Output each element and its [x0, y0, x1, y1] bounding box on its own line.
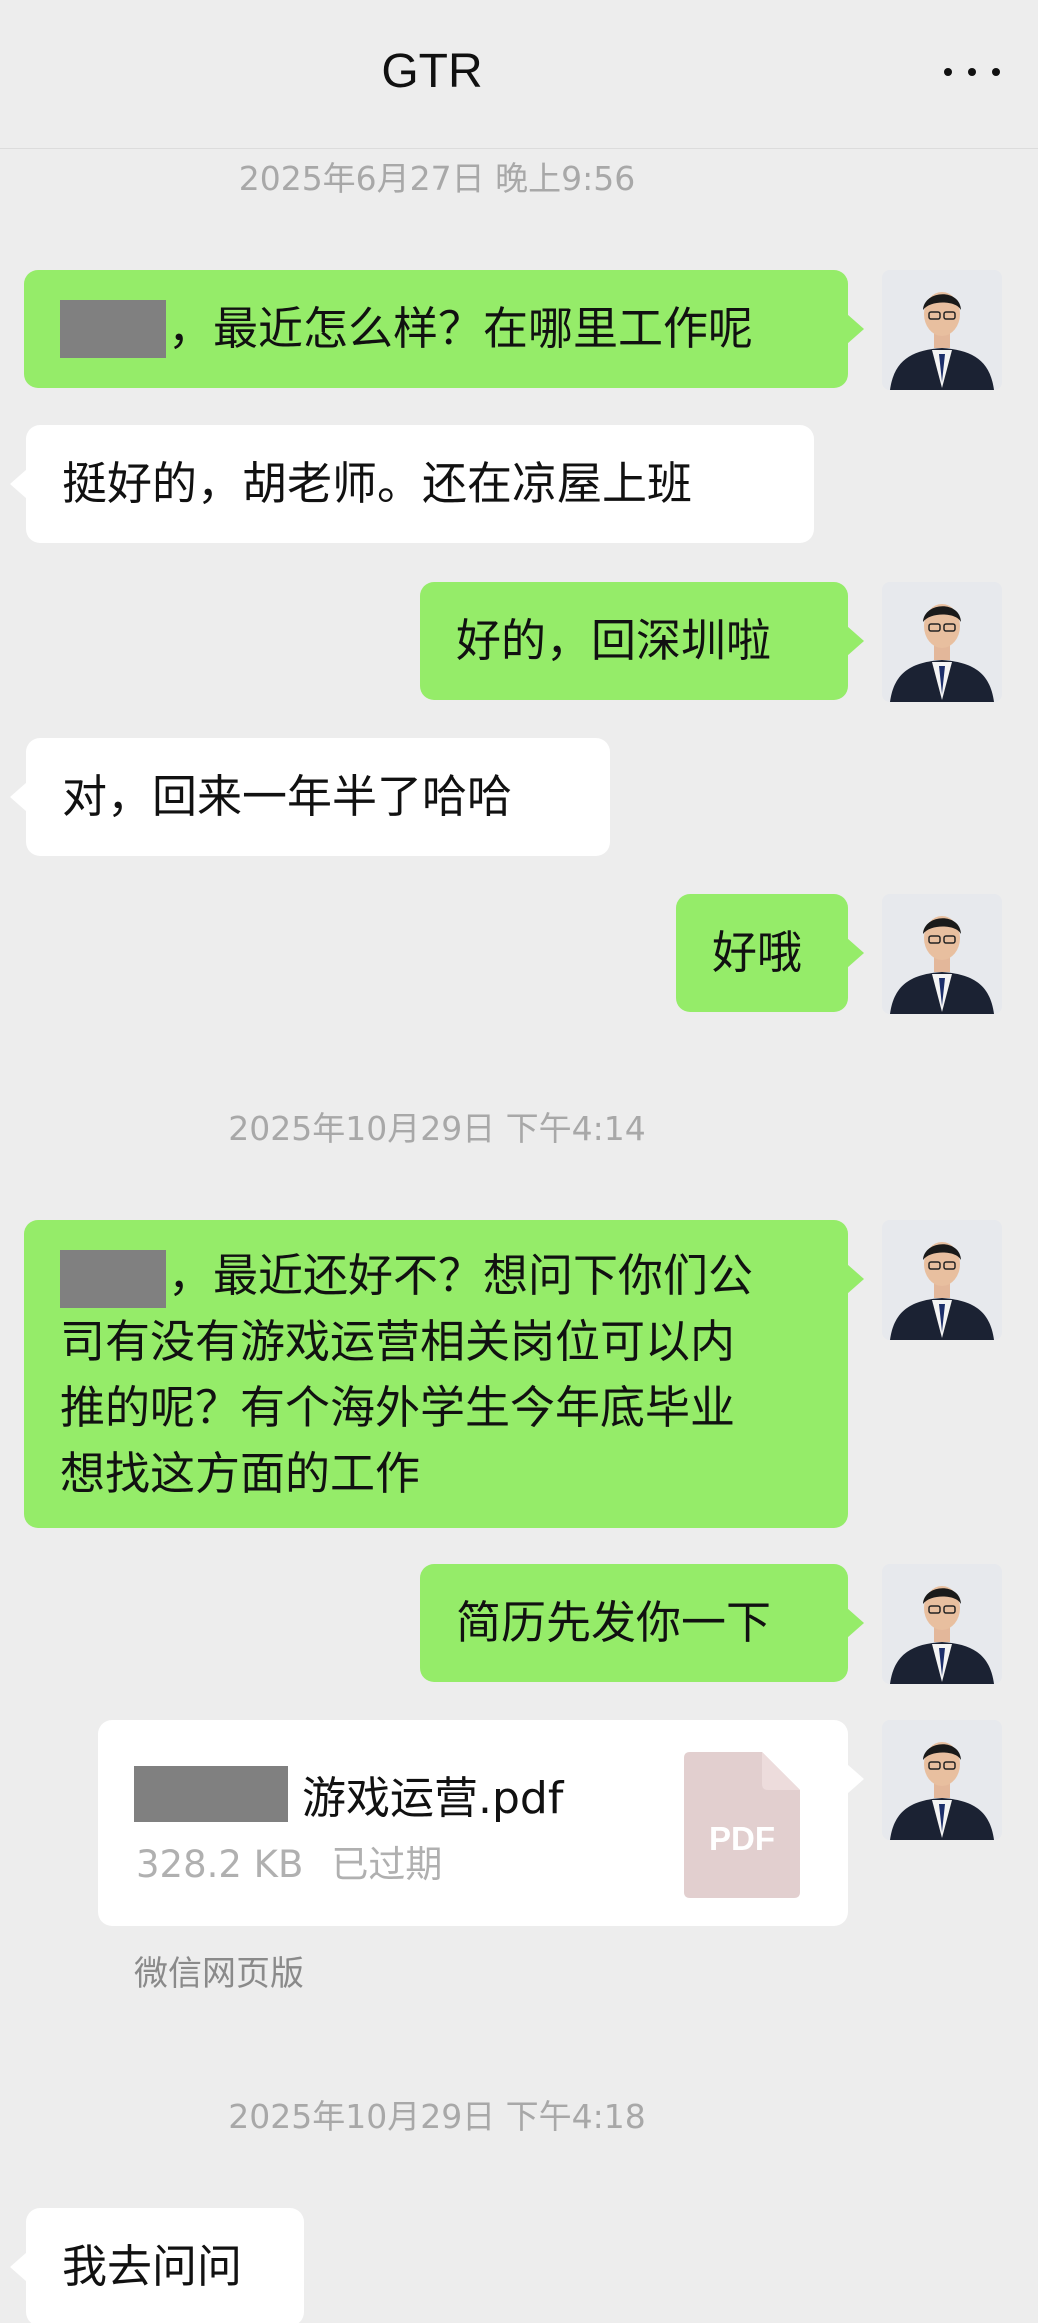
message-text: 好的，回深圳啦	[456, 614, 772, 667]
avatar[interactable]	[882, 1220, 1002, 1340]
bubble-tail	[10, 782, 27, 812]
received-message-bubble[interactable]: 对，回来一年半了哈哈	[10, 738, 610, 856]
bubble-tail	[847, 938, 864, 968]
file-message-card[interactable]: 游戏运营.pdf 328.2 KB 已过期 PDF	[98, 1720, 864, 1926]
avatar[interactable]	[882, 1564, 1002, 1684]
pdf-icon-label: PDF	[709, 1820, 775, 1857]
bubble-tail	[847, 1764, 864, 1794]
avatar[interactable]	[882, 270, 1002, 390]
received-message-bubble[interactable]: 我去问问	[10, 2208, 304, 2323]
bubble-tail	[10, 469, 27, 499]
message-text: 对，回来一年半了哈哈	[62, 770, 513, 823]
avatar[interactable]	[882, 582, 1002, 702]
redacted-name	[60, 300, 166, 358]
file-name: 游戏运营.pdf	[134, 1762, 563, 1826]
bubble-tail	[847, 1608, 864, 1638]
more-dot	[992, 68, 1000, 76]
file-status: 已过期	[331, 1843, 443, 1886]
message-line: 想找这方面的工作	[60, 1447, 421, 1500]
file-size: 328.2 KB	[136, 1843, 304, 1886]
bubble-tail	[10, 2252, 27, 2282]
sent-message-bubble[interactable]: ，最近怎么样？在哪里工作呢	[24, 270, 864, 388]
bubble-tail	[847, 314, 864, 344]
sent-message-bubble[interactable]: ，最近还好不？想问下你们公 司有没有游戏运营相关岗位可以内 推的呢？有个海外学生…	[24, 1220, 864, 1528]
chat-screen: GTR 2025年6月27日 晚上9:56 ，最近怎么样？在哪里工作呢 挺好的，…	[0, 0, 1038, 2323]
sent-message-bubble[interactable]: 好的，回深圳啦	[420, 582, 864, 700]
message-line: 推的呢？有个海外学生今年底毕业	[60, 1381, 736, 1434]
more-dot	[944, 68, 952, 76]
redacted-name	[60, 1250, 166, 1308]
redacted-name	[134, 1766, 288, 1822]
received-message-bubble[interactable]: 挺好的，胡老师。还在凉屋上班	[10, 425, 814, 543]
file-meta: 328.2 KB 已过期	[136, 1834, 442, 1888]
message-text: 挺好的，胡老师。还在凉屋上班	[62, 457, 693, 510]
more-dot	[968, 68, 976, 76]
chat-title: GTR	[381, 45, 483, 98]
file-name-text: 游戏运营.pdf	[302, 1773, 564, 1824]
message-text: 好哦	[712, 926, 803, 979]
bubble-tail	[847, 1264, 864, 1294]
message-text: ，最近还好不？想问下你们公	[168, 1249, 754, 1302]
sent-message-bubble[interactable]: 好哦	[676, 894, 864, 1012]
bubble-tail	[847, 626, 864, 656]
more-dots-icon[interactable]	[944, 62, 1000, 82]
message-line: 司有没有游戏运营相关岗位可以内	[60, 1315, 736, 1368]
message-text: 简历先发你一下	[456, 1596, 772, 1649]
message-line: ，最近还好不？想问下你们公	[60, 1243, 812, 1309]
chat-header: GTR	[0, 0, 1038, 149]
timestamp: 2025年6月27日 晚上9:56	[238, 159, 636, 198]
sent-message-bubble[interactable]: 简历先发你一下	[420, 1564, 864, 1682]
message-text: 我去问问	[62, 2240, 243, 2293]
file-source-label: 微信网页版	[134, 1954, 304, 1994]
timestamp: 2025年10月29日 下午4:18	[228, 2097, 646, 2136]
avatar[interactable]	[882, 1720, 1002, 1840]
pdf-file-icon: PDF	[684, 1752, 800, 1898]
message-text: ，最近怎么样？在哪里工作呢	[168, 302, 754, 355]
timestamp: 2025年10月29日 下午4:14	[228, 1109, 646, 1148]
avatar[interactable]	[882, 894, 1002, 1014]
